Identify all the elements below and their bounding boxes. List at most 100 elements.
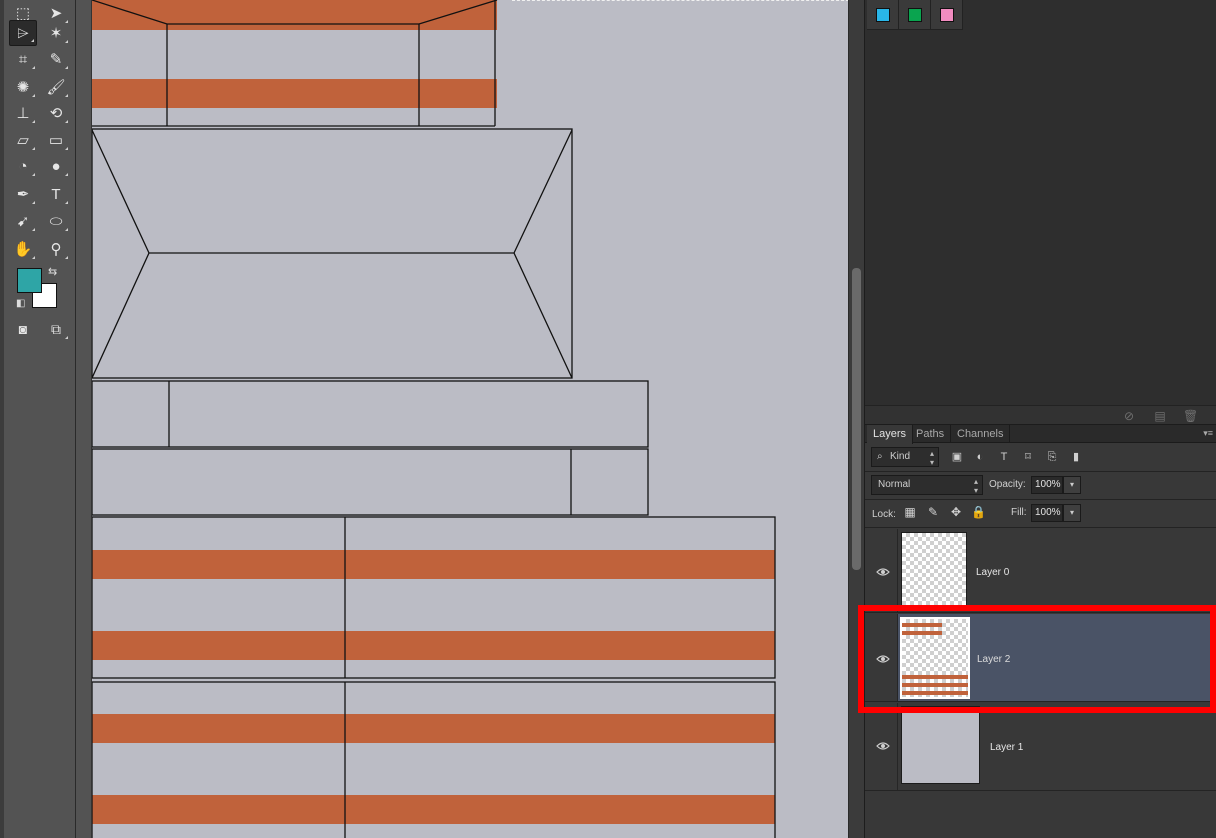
history-brush-icon: ⟲ xyxy=(49,105,63,122)
zoom-tool-button[interactable]: ⚲ xyxy=(42,236,70,262)
lock-all-icon[interactable]: 🔒 xyxy=(971,505,986,519)
pen-icon: ✒ xyxy=(16,186,30,203)
brush-icon: 🖌 xyxy=(46,79,66,96)
hand-icon: ✋ xyxy=(13,241,33,258)
swatch-color xyxy=(907,7,922,22)
eye-icon[interactable] xyxy=(876,567,890,577)
search-icon: ⌕ xyxy=(877,451,883,462)
path-selection-icon: ➹ xyxy=(16,213,30,230)
upper-panel-footer: ⊘ ▤ 🗑 xyxy=(865,405,1216,425)
layer-row-layer-1[interactable]: Layer 1 xyxy=(865,703,1216,791)
ellipse-icon: ⬭ xyxy=(49,212,63,230)
magic-wand-icon: ✶ xyxy=(49,25,63,42)
blend-row: Normal ▴ ▾ Opacity: 100% ▾ xyxy=(865,472,1216,500)
swatch-3[interactable] xyxy=(931,0,963,30)
layer-row-layer-0[interactable]: Layer 0 xyxy=(865,529,1216,613)
eraser-tool-button[interactable]: ▱ xyxy=(9,127,37,153)
panel-menu-icon[interactable]: ▾≡ xyxy=(1203,428,1213,439)
eyedropper-tool-button[interactable]: ✎ xyxy=(42,46,70,72)
spot-healing-icon: ✺ xyxy=(16,79,30,96)
crop-icon: ⌗ xyxy=(18,50,28,68)
swatch-2[interactable] xyxy=(899,0,931,30)
layer-thumbnail xyxy=(901,706,980,784)
magic-wand-tool-button[interactable]: ✶ xyxy=(42,20,70,46)
dodge-tool-button[interactable]: ● xyxy=(42,153,70,179)
gradient-tool-button[interactable]: ▭ xyxy=(42,127,70,153)
lock-position-icon[interactable]: ✥ xyxy=(949,505,963,519)
tools-panel-grip[interactable] xyxy=(0,0,4,838)
canvas-artwork xyxy=(92,0,776,838)
default-colors-icon[interactable]: ◧ xyxy=(16,298,25,309)
filter-kind-label: Kind xyxy=(890,451,911,462)
gradient-icon: ▭ xyxy=(48,132,64,149)
tab-layers[interactable]: Layers xyxy=(867,425,914,444)
eye-icon[interactable] xyxy=(876,741,890,751)
trash-icon[interactable]: 🗑 xyxy=(1183,409,1198,423)
smart-object-filter-icon[interactable]: ⎘ xyxy=(1044,449,1060,465)
opacity-dropdown-button[interactable]: ▾ xyxy=(1063,476,1081,494)
selected-layer-highlight-box xyxy=(858,605,1216,713)
screen-mode-button[interactable]: ⧉ xyxy=(42,316,70,342)
blend-mode-select[interactable]: Normal ▴ ▾ xyxy=(871,475,983,495)
ellipse-tool-button[interactable]: ⬭ xyxy=(42,208,70,234)
blur-icon: ◔ xyxy=(18,157,28,175)
screen-mode-icon: ⧉ xyxy=(51,320,61,337)
crop-tool-button[interactable]: ⌗ xyxy=(9,46,37,72)
image-filter-icon[interactable]: ▣ xyxy=(949,449,965,465)
swatch-color xyxy=(875,7,890,22)
layer-filter-row: ⌕ Kind ▴ ▾ xyxy=(865,444,1216,472)
tab-paths[interactable]: Paths xyxy=(910,425,952,443)
swatch-color xyxy=(939,7,954,22)
swatches-panel xyxy=(867,0,963,30)
tab-channels[interactable]: Channels xyxy=(951,425,1011,443)
blend-mode-value: Normal xyxy=(878,479,911,490)
quick-mask-button[interactable]: ◙ xyxy=(9,316,37,342)
swap-colors-icon[interactable]: ⇆ xyxy=(48,265,57,278)
layer-name[interactable]: Layer 0 xyxy=(976,567,1009,578)
fill-label: Fill: xyxy=(1011,507,1027,518)
fill-input[interactable]: 100% xyxy=(1031,504,1063,522)
chevron-updown-icon: ▴ ▾ xyxy=(973,477,978,495)
zoom-icon: ⚲ xyxy=(50,241,62,258)
lock-image-pixels-icon[interactable]: ✎ xyxy=(926,505,940,519)
quick-mask-icon: ◙ xyxy=(18,321,28,337)
type-icon: T xyxy=(51,185,61,203)
document-canvas[interactable] xyxy=(91,0,848,838)
shape-filter-icon[interactable]: ⌑ xyxy=(1020,449,1036,465)
layers-panel-tabs: Layers Paths Channels ▾≡ xyxy=(865,425,1216,444)
hand-tool-button[interactable]: ✋ xyxy=(9,236,37,262)
swatch-1[interactable] xyxy=(867,0,899,30)
type-filter-icon[interactable]: T xyxy=(996,449,1012,465)
blur-tool-button[interactable]: ◔ xyxy=(9,153,37,179)
brush-tool-button[interactable]: 🖌 xyxy=(42,74,70,100)
scrollbar-thumb[interactable] xyxy=(852,268,861,570)
tools-panel: ⬚ ➤ ⌲ ✶ ⌗ ✎ ✺ 🖌 ⊥ ⟲ ▱ ▭ ◔ ● ✒ T ➹ ⬭ ✋ ⚲ ⇆ ◧ ◙ ⧉ xyxy=(0,0,76,838)
eraser-icon: ▱ xyxy=(17,132,29,149)
type-tool-button[interactable]: T xyxy=(42,181,70,207)
no-icon[interactable]: ⊘ xyxy=(1122,409,1136,423)
lock-row: Lock: Fill: 100% ▾ xyxy=(865,500,1216,528)
clone-stamp-icon: ⊥ xyxy=(16,105,30,122)
foreground-color-swatch[interactable] xyxy=(17,268,42,293)
eyedropper-icon: ✎ xyxy=(49,51,63,68)
filter-toggle-icon[interactable]: ▮ xyxy=(1068,449,1084,465)
clone-stamp-tool-button[interactable]: ⊥ xyxy=(9,100,37,126)
layer-name[interactable]: Layer 1 xyxy=(990,742,1023,753)
fill-dropdown-button[interactable]: ▾ xyxy=(1063,504,1081,522)
lock-label: Lock: xyxy=(872,509,896,520)
layer-thumbnail xyxy=(901,532,967,610)
opacity-input[interactable]: 100% xyxy=(1031,476,1063,494)
filter-kind-select[interactable]: ⌕ Kind ▴ ▾ xyxy=(871,447,939,467)
polygonal-lasso-tool-button[interactable]: ⌲ xyxy=(9,20,37,46)
dodge-icon: ● xyxy=(51,157,61,175)
lock-transparent-pixels-icon[interactable]: ▦ xyxy=(903,505,917,519)
path-selection-tool-button[interactable]: ➹ xyxy=(9,208,37,234)
spot-healing-tool-button[interactable]: ✺ xyxy=(9,74,37,100)
selection-marquee xyxy=(512,0,848,1)
chevron-updown-icon: ▴ ▾ xyxy=(929,449,934,467)
pen-tool-button[interactable]: ✒ xyxy=(9,181,37,207)
canvas-area[interactable] xyxy=(76,0,848,838)
history-brush-tool-button[interactable]: ⟲ xyxy=(42,100,70,126)
new-item-icon[interactable]: ▤ xyxy=(1153,409,1167,423)
adjustment-filter-icon[interactable]: ◐ xyxy=(972,449,988,465)
